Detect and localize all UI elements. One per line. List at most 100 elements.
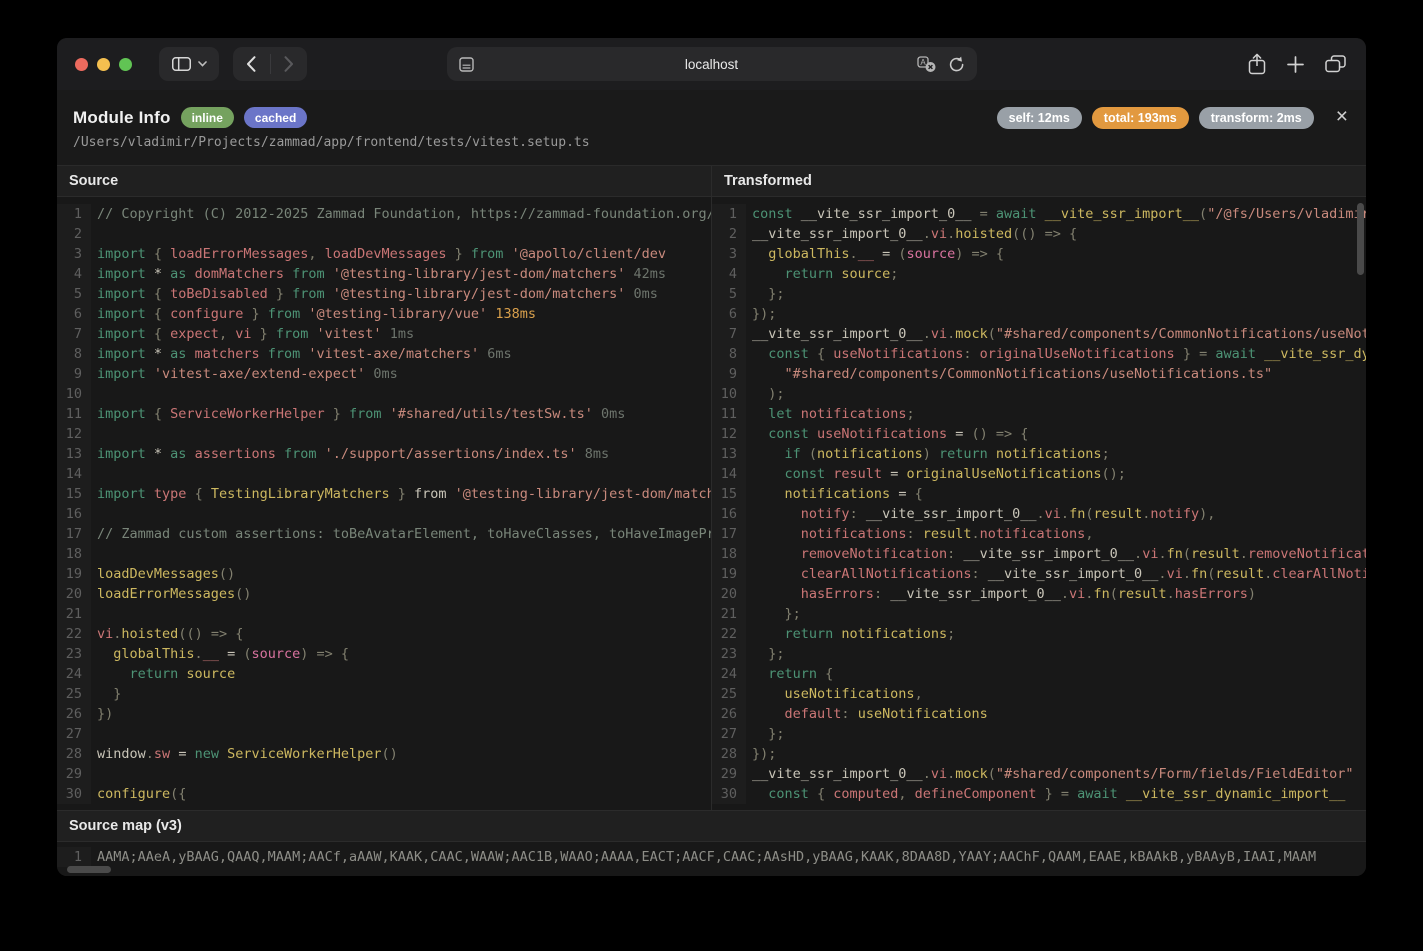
code-line: 1// Copyright (C) 2012-2025 Zammad Found… — [57, 204, 711, 224]
transformed-pane: Transformed 1const __vite_ssr_import_0__… — [711, 166, 1366, 810]
code-line: 11 let notifications; — [712, 404, 1366, 424]
code-line: 15 notifications = { — [712, 484, 1366, 504]
code-line: 27 }; — [712, 724, 1366, 744]
code-line: 25 } — [57, 684, 711, 704]
timing-badges: self: 12mstotal: 193mstransform: 2ms — [997, 107, 1314, 129]
plus-icon — [1287, 56, 1304, 73]
chevron-right-icon — [284, 56, 294, 72]
back-button[interactable] — [233, 47, 270, 81]
code-line: 2 — [57, 224, 711, 244]
code-line: 18 removeNotification: __vite_ssr_import… — [712, 544, 1366, 564]
code-line: 22 return notifications; — [712, 624, 1366, 644]
browser-toolbar: localhost A — [57, 38, 1366, 90]
window-zoom-button[interactable] — [119, 58, 132, 71]
code-line: 3import { loadErrorMessages, loadDevMess… — [57, 244, 711, 264]
code-line: 12 const useNotifications = () => { — [712, 424, 1366, 444]
code-panes: Source 1// Copyright (C) 2012-2025 Zamma… — [57, 166, 1366, 810]
address-bar[interactable]: localhost A — [447, 47, 977, 81]
code-line: 26 default: useNotifications — [712, 704, 1366, 724]
module-file-path: /Users/vladimir/Projects/zammad/app/fron… — [73, 135, 590, 150]
code-line: 9import 'vitest-axe/extend-expect' 0ms — [57, 364, 711, 384]
code-line: 10 ); — [712, 384, 1366, 404]
code-line: 26}) — [57, 704, 711, 724]
code-line: 23 }; — [712, 644, 1366, 664]
code-line: 27 — [57, 724, 711, 744]
reload-icon[interactable] — [949, 56, 965, 73]
code-line: 5 }; — [712, 284, 1366, 304]
code-line: 28window.sw = new ServiceWorkerHelper() — [57, 744, 711, 764]
sidebar-icon — [172, 57, 191, 71]
sourcemap-pane-title: Source map (v3) — [57, 811, 1366, 842]
timing-badge: total: 193ms — [1092, 107, 1189, 129]
code-line: 4import * as domMatchers from '@testing-… — [57, 264, 711, 284]
share-icon — [1248, 53, 1266, 75]
code-line: 1AAMA;AAeA,yBAAG,QAAQ,MAAM;AACf,aAAW,KAA… — [57, 847, 1366, 867]
transformed-pane-title: Transformed — [712, 166, 1366, 197]
window-close-button[interactable] — [75, 58, 88, 71]
code-line: 10 — [57, 384, 711, 404]
translate-icon[interactable]: A — [917, 56, 937, 73]
window-minimize-button[interactable] — [97, 58, 110, 71]
source-pane: Source 1// Copyright (C) 2012-2025 Zamma… — [57, 166, 711, 810]
svg-text:A: A — [920, 57, 926, 66]
new-tab-button[interactable] — [1287, 56, 1304, 73]
code-line: 14 — [57, 464, 711, 484]
code-line: 9 "#shared/components/CommonNotification… — [712, 364, 1366, 384]
code-line: 5import { toBeDisabled } from '@testing-… — [57, 284, 711, 304]
browser-window: localhost A — [57, 38, 1366, 876]
horizontal-scrollbar-thumb[interactable] — [67, 866, 111, 873]
code-line: 1const __vite_ssr_import_0__ = await __v… — [712, 204, 1366, 224]
code-line: 19 clearAllNotifications: __vite_ssr_imp… — [712, 564, 1366, 584]
code-line: 21 }; — [712, 604, 1366, 624]
code-line: 6import { configure } from '@testing-lib… — [57, 304, 711, 324]
code-line: 15import type { TestingLibraryMatchers }… — [57, 484, 711, 504]
code-line: 24 return { — [712, 664, 1366, 684]
page-title: Module Info — [73, 108, 171, 128]
navigation-buttons — [233, 47, 307, 81]
code-line: 2__vite_ssr_import_0__.vi.hoisted(() => … — [712, 224, 1366, 244]
code-line: 3 globalThis.__ = (source) => { — [712, 244, 1366, 264]
chevron-left-icon — [246, 56, 256, 72]
module-info-header: Module Info inline cached /Users/vladimir… — [57, 90, 1366, 166]
traffic-lights — [57, 58, 132, 71]
sourcemap-code: 1AAMA;AAeA,yBAAG,QAAQ,MAAM;AACf,aAAW,KAA… — [57, 842, 1366, 876]
code-line: 16 — [57, 504, 711, 524]
close-button[interactable]: × — [1332, 106, 1352, 127]
transformed-code: 1const __vite_ssr_import_0__ = await __v… — [712, 197, 1366, 810]
module-badge-inline: inline — [181, 107, 234, 128]
code-line: 19loadDevMessages() — [57, 564, 711, 584]
code-line: 7import { expect, vi } from 'vitest' 1ms — [57, 324, 711, 344]
module-badge-cached: cached — [244, 107, 307, 128]
chevron-down-icon — [198, 61, 207, 67]
share-button[interactable] — [1248, 53, 1266, 75]
code-line: 29__vite_ssr_import_0__.vi.mock("#shared… — [712, 764, 1366, 784]
code-line: 8 const { useNotifications: originalUseN… — [712, 344, 1366, 364]
code-line: 20 hasErrors: __vite_ssr_import_0__.vi.f… — [712, 584, 1366, 604]
toolbar-right-actions — [1248, 53, 1366, 75]
timing-badge: transform: 2ms — [1199, 107, 1314, 129]
vertical-scrollbar-thumb[interactable] — [1357, 203, 1364, 275]
code-line: 14 const result = originalUseNotificatio… — [712, 464, 1366, 484]
source-pane-title: Source — [57, 166, 711, 197]
code-line: 12 — [57, 424, 711, 444]
forward-button[interactable] — [271, 47, 308, 81]
code-line: 17// Zammad custom assertions: toBeAvata… — [57, 524, 711, 544]
inspect-page: Module Info inline cached /Users/vladimir… — [57, 90, 1366, 876]
tab-overview-button[interactable] — [1325, 55, 1346, 73]
source-code: 1// Copyright (C) 2012-2025 Zammad Found… — [57, 197, 711, 810]
code-line: 6}); — [712, 304, 1366, 324]
sourcemap-pane: Source map (v3) 1AAMA;AAeA,yBAAG,QAAQ,MA… — [57, 810, 1366, 876]
code-line: 4 return source; — [712, 264, 1366, 284]
module-badges: inline cached — [181, 107, 308, 128]
code-line: 16 notify: __vite_ssr_import_0__.vi.fn(r… — [712, 504, 1366, 524]
code-line: 21 — [57, 604, 711, 624]
code-line: 25 useNotifications, — [712, 684, 1366, 704]
code-line: 30configure({ — [57, 784, 711, 804]
code-line: 20loadErrorMessages() — [57, 584, 711, 604]
sidebar-toggle-button[interactable] — [159, 47, 219, 81]
code-line: 8import * as matchers from 'vitest-axe/m… — [57, 344, 711, 364]
code-line: 17 notifications: result.notifications, — [712, 524, 1366, 544]
code-line: 29 — [57, 764, 711, 784]
code-line: 22vi.hoisted(() => { — [57, 624, 711, 644]
code-line: 28}); — [712, 744, 1366, 764]
